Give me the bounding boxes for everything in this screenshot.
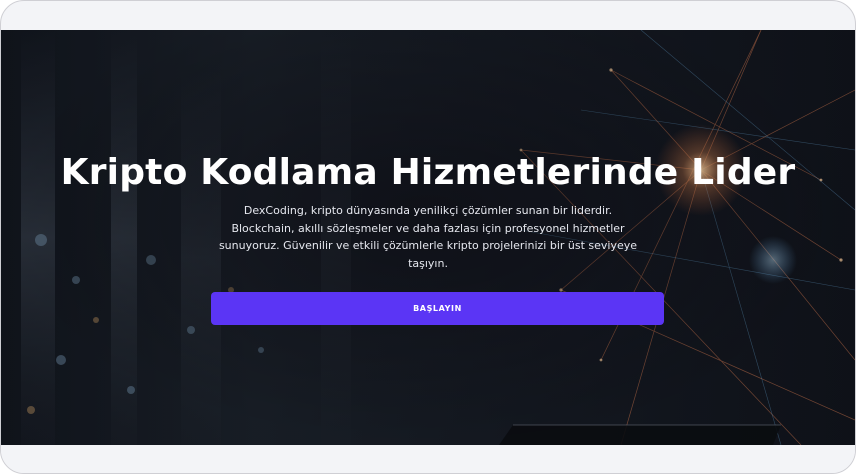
hero-content: Kripto Kodlama Hizmetlerinde Lider DexCo…	[1, 30, 855, 445]
browser-viewport: Kripto Kodlama Hizmetlerinde Lider DexCo…	[0, 0, 856, 474]
hero-section: Kripto Kodlama Hizmetlerinde Lider DexCo…	[1, 30, 855, 445]
hero-title: Kripto Kodlama Hizmetlerinde Lider	[60, 152, 796, 193]
next-section-strip	[1, 445, 855, 473]
hero-description: DexCoding, kripto dünyasında yenilikçi ç…	[218, 204, 638, 270]
get-started-button[interactable]: BAŞLAYIN	[211, 292, 664, 325]
